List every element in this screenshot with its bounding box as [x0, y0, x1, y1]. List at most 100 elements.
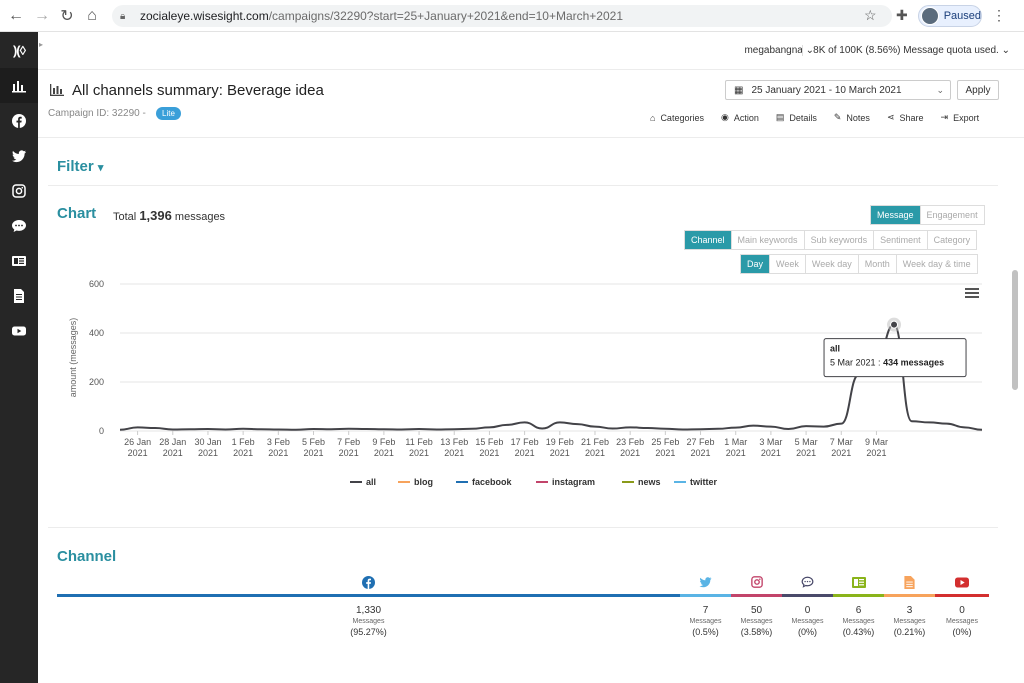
lock-icon: 🔒︎: [120, 10, 126, 22]
x-tick-label: 2021: [550, 448, 570, 458]
categories-button[interactable]: ⌂ Categories: [650, 112, 704, 123]
quota-menu[interactable]: 8K of 100K (8.56%) Message quota used. ⌄: [802, 45, 1010, 56]
channel-count: 50: [750, 605, 763, 616]
channel-bar: [731, 594, 782, 597]
details-label: Details: [789, 112, 817, 123]
address-bar[interactable]: 🔒︎ zocialeye.wisesight.com/campaigns/322…: [112, 5, 892, 27]
twitter-icon: [12, 149, 26, 162]
news-icon: [12, 255, 26, 266]
chevron-down-icon: ▾: [97, 162, 104, 174]
quota-text: 8K of 100K (8.56%) Message quota used.: [813, 45, 999, 56]
legend-label-blog: blog: [414, 477, 433, 487]
news-icon: [833, 574, 884, 590]
profile-button[interactable]: Paused: [918, 5, 982, 27]
channel-column-instagram[interactable]: 50 Messages (3.58%): [731, 574, 782, 637]
x-tick-label: 2021: [198, 448, 218, 458]
action-button[interactable]: ◉ Action: [721, 112, 759, 123]
calendar-icon: ▦: [734, 84, 744, 96]
tab-main-keywords[interactable]: Main keywords: [731, 231, 805, 249]
channel-bar: [884, 594, 935, 597]
channel-unit-label: Messages: [740, 618, 773, 625]
total-value: 1,396: [139, 208, 172, 223]
channel-column-twitter[interactable]: 7 Messages (0.5%): [680, 574, 731, 637]
tab-message[interactable]: Message: [871, 206, 921, 224]
sidebar-item-news[interactable]: [0, 243, 38, 278]
chart-title: Chart: [57, 205, 97, 222]
x-tick-label: 2021: [163, 448, 183, 458]
x-tick-label: 2021: [444, 448, 464, 458]
tab-sentiment[interactable]: Sentiment: [874, 231, 928, 249]
app-top-bar: megabangna ⌄ 8K of 100K (8.56%) Message …: [38, 32, 1024, 70]
sidebar-item-facebook[interactable]: [0, 103, 38, 138]
page-title: All channels summary: Beverage idea: [72, 82, 324, 99]
channel-bar: [833, 594, 884, 597]
scrollbar[interactable]: [1012, 270, 1018, 390]
message-line-chart: 0200400600amount (messages)26 Jan202128 …: [68, 279, 983, 487]
reload-icon[interactable]: ↻: [55, 4, 79, 28]
x-tick-label: 2021: [374, 448, 394, 458]
back-arrow-icon[interactable]: ←: [4, 4, 28, 28]
sidebar-item-summary[interactable]: [0, 68, 38, 103]
x-tick-label: 2021: [866, 448, 886, 458]
sidebar-item-twitter[interactable]: [0, 138, 38, 173]
channel-column-blog[interactable]: 3 Messages (0.21%): [884, 574, 935, 637]
total-suffix: messages: [174, 211, 226, 223]
share-button[interactable]: ⋖ Share: [887, 112, 924, 123]
facebook-icon: [12, 113, 26, 128]
home-icon[interactable]: ⌂: [80, 4, 104, 28]
channel-percent: (0.43%): [842, 627, 875, 637]
chevron-down-icon: ⌄: [1001, 45, 1010, 56]
x-tick-label: 30 Jan: [194, 437, 221, 447]
x-tick-label: 1 Mar: [724, 437, 747, 447]
details-button[interactable]: ▤ Details: [776, 112, 817, 123]
channel-column-forum[interactable]: 0 Messages (0%): [782, 574, 833, 637]
youtube-icon: [12, 326, 26, 335]
x-tick-label: 13 Feb: [440, 437, 468, 447]
bookmark-star-icon[interactable]: ☆: [864, 7, 877, 24]
notes-label: Notes: [846, 112, 870, 123]
sidebar-item-blog[interactable]: [0, 278, 38, 313]
legend-label-twitter: twitter: [690, 477, 717, 487]
x-tick-label: 26 Jan: [124, 437, 151, 447]
x-tick-label: 2021: [515, 448, 535, 458]
forum-icon: [12, 219, 26, 232]
channel-column-facebook[interactable]: 1,330 Messages (95.27%): [57, 574, 680, 637]
tab-channel[interactable]: Channel: [685, 231, 732, 249]
tab-sub-keywords[interactable]: Sub keywords: [804, 231, 875, 249]
browser-menu-icon[interactable]: ⋮: [992, 7, 1006, 24]
pencil-icon: ✎: [833, 112, 842, 122]
browser-toolbar: ← → ↻ ⌂ 🔒︎ zocialeye.wisesight.com/campa…: [0, 0, 1024, 32]
channel-percent: (0.5%): [692, 627, 719, 637]
filter-toggle[interactable]: Filter ▾: [57, 158, 103, 175]
channel-bar: [57, 594, 680, 597]
channel-percent: (3.58%): [740, 627, 773, 637]
sidebar-item-forum[interactable]: [0, 208, 38, 243]
x-tick-label: 21 Feb: [581, 437, 609, 447]
x-tick-label: 25 Feb: [651, 437, 679, 447]
x-tick-label: 2021: [726, 448, 746, 458]
channel-column-news[interactable]: 6 Messages (0.43%): [833, 574, 884, 637]
channel-column-youtube[interactable]: 0 Messages (0%): [935, 574, 989, 637]
sidebar-item-instagram[interactable]: [0, 173, 38, 208]
extensions-icon[interactable]: ✚: [896, 7, 908, 24]
date-range-picker[interactable]: ▦ 25 January 2021 - 10 March 2021 ⌄: [725, 80, 951, 100]
export-icon: ⇥: [940, 112, 949, 122]
forward-arrow-icon[interactable]: →: [30, 4, 54, 28]
chart-total: Total 1,396 messages: [113, 208, 225, 223]
export-button[interactable]: ⇥ Export: [941, 112, 980, 123]
channel-unit-label: Messages: [946, 618, 978, 625]
x-tick-label: 2021: [409, 448, 429, 458]
plan-badge: Lite: [156, 107, 181, 120]
x-tick-label: 2021: [303, 448, 323, 458]
tooltip-series: all: [830, 344, 840, 354]
app-logo-icon[interactable]: )(◊: [0, 32, 38, 68]
y-tick-label: 400: [89, 328, 104, 338]
tab-engagement[interactable]: Engagement: [920, 206, 984, 224]
apply-button[interactable]: Apply: [957, 80, 999, 100]
tab-category[interactable]: Category: [927, 231, 977, 249]
notes-button[interactable]: ✎ Notes: [834, 112, 870, 123]
divider: [48, 527, 998, 528]
sidebar-item-youtube[interactable]: [0, 313, 38, 348]
x-tick-label: 19 Feb: [546, 437, 574, 447]
x-tick-label: 2021: [585, 448, 605, 458]
